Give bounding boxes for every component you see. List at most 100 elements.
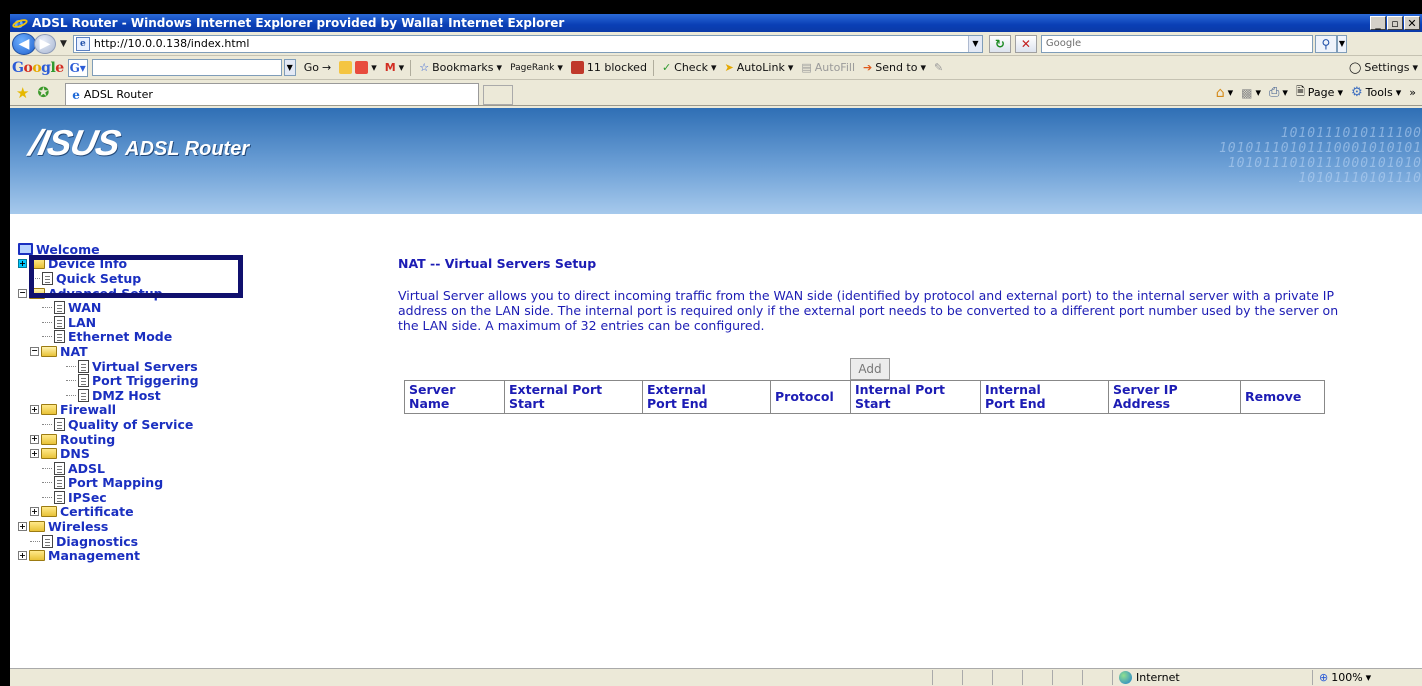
- page-description: Virtual Server allows you to direct inco…: [398, 288, 1339, 334]
- document-icon: [54, 315, 65, 329]
- document-icon: [42, 271, 53, 285]
- forward-button[interactable]: ▶: [34, 33, 56, 54]
- home-button[interactable]: ⌂ ▾: [1216, 85, 1233, 101]
- nav-advanced-setup[interactable]: − Advanced Setup: [18, 286, 258, 301]
- status-bar: Internet ⊕ 100% ▾: [10, 668, 1422, 686]
- stop-button[interactable]: ✕: [1014, 34, 1037, 53]
- print-button[interactable]: ⎙ ▾: [1269, 85, 1288, 100]
- autolink-button[interactable]: ➤ AutoLink ▾: [725, 61, 794, 74]
- nav-wireless[interactable]: + Wireless: [18, 519, 258, 534]
- send-to-button[interactable]: ➔ Send to ▾: [863, 61, 926, 74]
- expand-icon[interactable]: +: [30, 449, 39, 459]
- collapse-icon[interactable]: −: [18, 288, 27, 298]
- document-icon: [54, 301, 65, 315]
- nav-quick-setup[interactable]: Quick Setup: [18, 271, 258, 286]
- nav-wan[interactable]: WAN: [18, 300, 258, 315]
- page-menu[interactable]: 🗎 Page ▾: [1296, 83, 1343, 102]
- google-search-dropdown-icon[interactable]: ▼: [283, 59, 296, 76]
- add-favorites-icon[interactable]: ✪: [37, 85, 49, 101]
- expand-icon[interactable]: +: [18, 259, 27, 269]
- page-content: /ISUS ADSL Router 1010111010111100 10101…: [10, 108, 1422, 668]
- tab-ie-icon: e: [72, 87, 80, 102]
- expand-icon[interactable]: +: [30, 434, 39, 444]
- tools-menu[interactable]: ⚙ Tools ▾: [1351, 85, 1401, 100]
- globe-icon: [1119, 671, 1132, 684]
- tab-adsl-router[interactable]: e ADSL Router: [65, 83, 480, 105]
- nav-welcome[interactable]: Welcome: [18, 242, 258, 257]
- google-logo[interactable]: Google: [12, 60, 64, 76]
- nav-dmz-host[interactable]: DMZ Host: [18, 388, 258, 403]
- gmail-icon[interactable]: M ▾: [385, 61, 404, 74]
- nav-device-info[interactable]: + Device Info: [18, 256, 258, 271]
- add-button[interactable]: Add: [850, 358, 890, 380]
- document-icon: [54, 330, 65, 344]
- nav-certificate[interactable]: + Certificate: [18, 504, 258, 519]
- go-button[interactable]: Go →: [304, 61, 331, 74]
- settings-button[interactable]: ◯ Settings ▾: [1349, 61, 1418, 74]
- chevron-icon[interactable]: »: [1409, 86, 1416, 99]
- google-search-input[interactable]: [91, 59, 282, 76]
- popup-blocker-button[interactable]: 11 blocked: [570, 61, 647, 74]
- nav-adsl[interactable]: ADSL: [18, 461, 258, 476]
- nav-routing[interactable]: + Routing: [18, 432, 258, 447]
- bookmarks-button[interactable]: ☆ Bookmarks ▾: [419, 61, 502, 74]
- expand-icon[interactable]: +: [30, 405, 39, 415]
- search-options-icon[interactable]: ▼: [1336, 34, 1347, 53]
- pencil-icon[interactable]: ✎: [934, 61, 943, 74]
- url-input[interactable]: e http://10.0.0.138/index.html ▼: [72, 34, 983, 53]
- nav-nat[interactable]: − NAT: [18, 344, 258, 359]
- spellcheck-button[interactable]: ✓ Check ▾: [662, 61, 717, 74]
- nav-port-triggering[interactable]: Port Triggering: [18, 373, 258, 388]
- back-button[interactable]: ◀: [12, 32, 36, 55]
- pagerank-button[interactable]: PageRank ▾: [510, 61, 563, 74]
- google-toolbar: Google G▾ ▼ Go → ▾ M ▾ ☆ Bookmarks ▾ PageR…: [10, 56, 1422, 80]
- refresh-button[interactable]: ↻: [988, 34, 1011, 53]
- search-input[interactable]: Google: [1040, 34, 1313, 53]
- url-text: http://10.0.0.138/index.html: [93, 37, 250, 50]
- open-folder-icon: [29, 287, 45, 299]
- collapse-icon[interactable]: −: [30, 346, 39, 356]
- search-icon[interactable]: ⚲: [1314, 34, 1337, 53]
- nav-ethernet-mode[interactable]: Ethernet Mode: [18, 329, 258, 344]
- google-menu-icon[interactable]: G▾: [67, 58, 88, 77]
- minimize-button[interactable]: _: [1370, 16, 1386, 30]
- address-bar: ◀ ▶ ▼ e http://10.0.0.138/index.html ▼ ↻…: [10, 32, 1422, 56]
- document-icon: [54, 417, 65, 431]
- nav-firewall[interactable]: + Firewall: [18, 402, 258, 417]
- history-dropdown-icon[interactable]: ▼: [60, 39, 67, 49]
- computer-icon: [18, 243, 33, 256]
- nav-dns[interactable]: + DNS: [18, 446, 258, 461]
- autofill-button[interactable]: ▤ AutoFill: [801, 61, 855, 74]
- folder-icon: [41, 433, 57, 445]
- asus-logo: /ISUS ADSL Router: [25, 122, 250, 163]
- zoom-control[interactable]: ⊕ 100% ▾: [1312, 670, 1422, 685]
- nav-management[interactable]: + Management: [18, 548, 258, 563]
- document-icon: [78, 359, 89, 373]
- document-icon: [78, 374, 89, 388]
- nav-virtual-servers[interactable]: Virtual Servers: [18, 359, 258, 374]
- document-icon: [42, 534, 53, 548]
- router-banner: /ISUS ADSL Router 1010111010111100 10101…: [10, 108, 1422, 214]
- feeds-button[interactable]: ▩ ▾: [1241, 86, 1261, 100]
- column-protocol: Protocol: [770, 380, 851, 414]
- maximize-button[interactable]: ▫: [1387, 16, 1403, 30]
- folder-icon: [41, 506, 57, 518]
- expand-icon[interactable]: +: [30, 507, 39, 517]
- nav-quality-of-service[interactable]: Quality of Service: [18, 417, 258, 432]
- favorites-star-icon[interactable]: ★: [16, 84, 29, 102]
- folder-icon: [29, 258, 45, 270]
- expand-icon[interactable]: +: [18, 551, 27, 561]
- url-dropdown-icon[interactable]: ▼: [967, 35, 982, 52]
- close-button[interactable]: ✕: [1404, 16, 1420, 30]
- expand-icon[interactable]: +: [18, 522, 27, 532]
- nav-port-mapping[interactable]: Port Mapping: [18, 475, 258, 490]
- main-content: NAT -- Virtual Servers Setup Virtual Ser…: [398, 256, 1358, 414]
- google-icons[interactable]: ▾: [339, 61, 377, 74]
- security-zone[interactable]: Internet: [1112, 670, 1312, 685]
- column-external-port-end: External Port End: [642, 380, 771, 414]
- binary-decoration: 10101110101110001010101: [1218, 141, 1422, 156]
- new-tab-button[interactable]: [483, 85, 514, 105]
- nav-lan[interactable]: LAN: [18, 315, 258, 330]
- nav-diagnostics[interactable]: Diagnostics: [18, 534, 258, 549]
- nav-ipsec[interactable]: IPSec: [18, 490, 258, 505]
